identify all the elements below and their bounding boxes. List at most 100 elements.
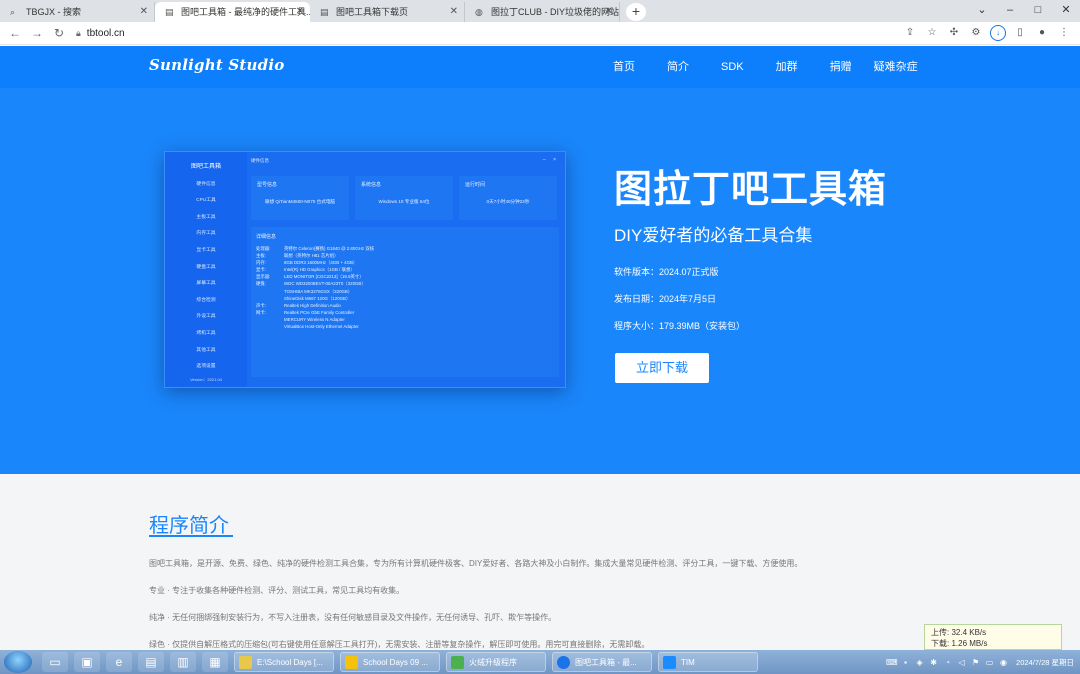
page-icon: ▤ — [320, 7, 329, 17]
tab-title: 图吧工具箱 - 最纯净的硬件工具... — [181, 7, 310, 17]
tray-keyboard-icon[interactable]: ⌨ — [886, 657, 898, 668]
app-detail-row: 硬盘: WDC WD3200BEVT-00A23T0（320GB） — [256, 281, 366, 287]
extension-icon[interactable]: ✣ — [946, 25, 962, 41]
nav-intro[interactable]: 简介 — [667, 46, 689, 88]
back-icon[interactable]: ← — [4, 26, 26, 40]
app-card-value: Windows 10 专业版 64位 — [378, 199, 430, 204]
task-tim[interactable]: TIM — [658, 652, 758, 672]
search-icon: ⌕ — [10, 7, 16, 17]
app-sidebar-item: 内存工具 — [196, 231, 216, 237]
close-tab-icon[interactable]: ✕ — [450, 2, 458, 22]
tray-shield-icon[interactable]: ◈ — [914, 657, 925, 668]
network-icon[interactable]: ▤ — [138, 652, 164, 672]
app-sidebar-item: 主板工具 — [196, 214, 216, 220]
upgrade-icon — [451, 656, 464, 669]
tray-app-icon[interactable]: ▪ — [900, 657, 911, 668]
taskbar: ▭ ▣ e ▤ ▥ ▦ E:\School Days [... School D… — [0, 650, 1080, 674]
app-card-title: 运行时间 — [465, 182, 486, 188]
computer-icon[interactable]: ▣ — [74, 652, 100, 672]
app-sidebar-item: 外设工具 — [196, 314, 216, 320]
puzzle-icon[interactable]: ⚙ — [968, 25, 984, 41]
reload-icon[interactable]: ↻ — [48, 26, 70, 40]
tray-display-icon[interactable]: ▭ — [984, 657, 995, 668]
intro-paragraph: 专业 · 专注于收集各种硬件检测、评分、测试工具，常见工具均有收集。 — [149, 586, 405, 595]
tab-search-chevron-icon[interactable]: ⌄ — [968, 0, 996, 22]
tab-tbtool[interactable]: ▤ 图吧工具箱 - 最纯净的硬件工具... ✕ — [155, 2, 310, 22]
taskbar-clock[interactable]: 2024/7/28 星期日 — [1016, 658, 1074, 667]
app-sidebar-item: 屏幕工具 — [196, 281, 216, 287]
tim-icon — [663, 656, 676, 669]
app-sidebar-item: 其他工具 — [196, 347, 216, 353]
app-detail-row: 网卡: Realtek PCIe GbE Family Controller — [256, 309, 355, 315]
app-detail-row: TOSHIBA MK3276GSX（320GB） — [284, 288, 353, 294]
maximize-icon[interactable]: □ — [1024, 0, 1052, 22]
intro-paragraph: 图吧工具箱，是开源、免费、绿色、纯净的硬件检测工具合集，专为所有计算机硬件极客、… — [149, 559, 803, 568]
tray-volume-icon[interactable]: ◁ — [956, 657, 967, 668]
browser-toolbar: ← → ↻ 🔒︎ tbtool.cn ⇪ ☆ ✣ ⚙ ↓ ▯ ● ⋮ — [0, 22, 1080, 45]
minimize-icon[interactable]: – — [996, 0, 1024, 22]
tab-search[interactable]: ⌕ TBGJX - 搜索 ✕ — [0, 2, 155, 22]
player-icon — [345, 656, 358, 669]
nav-faq[interactable]: 疑难杂症 — [874, 46, 918, 88]
app-detail-row: 处理器: 英特尔 Celeron(赛扬) G1840 @ 2.80GHz 双核 — [256, 246, 375, 251]
app-window-controls: – × — [542, 157, 559, 163]
site-menu: 首页 简介 SDK 加群 捐赠 疑难杂症 — [600, 46, 918, 88]
app-card-model: 型号信息 联想 QiTianM4500-N070 台式电脑 — [251, 176, 349, 220]
nav-donate[interactable]: 捐赠 — [830, 46, 852, 88]
app-detail-row: 内存: 8GB DDR3 1600MHz（4GB + 4GB） — [256, 260, 358, 266]
forward-icon[interactable]: → — [26, 26, 48, 40]
app-detail-row: 显示器: LED MONITOR [CGC2213]（19.5英寸） — [256, 274, 364, 280]
task-huorong[interactable]: 火绒升级程序 — [446, 652, 546, 672]
nav-join-group[interactable]: 加群 — [776, 46, 798, 88]
hero-subtitle: DIY爱好者的必备工具合集 — [614, 226, 813, 245]
app-card-title: 系统信息 — [361, 182, 382, 188]
app-sidebar-item: CPU工具 — [196, 198, 216, 204]
app-sidebar-item: 硬盘工具 — [196, 264, 216, 270]
tray-bluetooth-icon[interactable]: ✱ — [928, 657, 939, 668]
tab-club[interactable]: ◍ 图拉丁CLUB - DIY垃圾佬的网站 ✕ — [465, 2, 620, 22]
tab-title: TBGJX - 搜索 — [26, 7, 82, 17]
menu-icon[interactable]: ⋮ — [1056, 25, 1072, 41]
site-logo[interactable]: Sunlight Studio — [149, 56, 284, 74]
app-sidebar-title: 图吧工具箱 — [190, 164, 221, 170]
new-tab-button[interactable]: + — [626, 3, 646, 21]
close-window-icon[interactable]: ✕ — [1052, 0, 1080, 22]
minecraft-icon[interactable]: ▦ — [202, 652, 228, 672]
task-chrome[interactable]: 图吧工具箱 - 最... — [552, 652, 652, 672]
sidebar-icon[interactable]: ▯ — [1012, 25, 1028, 41]
app-sidebar-item: 烤机工具 — [196, 330, 216, 336]
chrome-icon — [557, 656, 570, 669]
remote-icon[interactable]: ▥ — [170, 652, 196, 672]
ie-icon[interactable]: e — [106, 652, 132, 672]
show-desktop-icon[interactable]: ▭ — [42, 652, 68, 672]
app-sidebar-item: 显卡工具 — [196, 247, 216, 253]
tab-download-page[interactable]: ▤ 图吧工具箱下载页 ✕ — [310, 2, 465, 22]
program-size: 程序大小：179.39MB（安装包） — [614, 321, 746, 331]
tray-flag-icon[interactable]: ⚑ — [970, 657, 981, 668]
site-header: Sunlight Studio 首页 简介 SDK 加群 捐赠 疑难杂症 — [0, 46, 1080, 88]
nav-home[interactable]: 首页 — [613, 46, 635, 88]
app-card-value: 联想 QiTianM4500-N070 台式电脑 — [264, 199, 336, 204]
close-tab-icon[interactable]: ✕ — [140, 2, 148, 22]
download-button[interactable]: 立即下载 — [615, 353, 709, 383]
nav-sdk[interactable]: SDK — [721, 46, 744, 88]
download-speed: 下载: 1.26 MB/s — [931, 639, 988, 648]
star-icon[interactable]: ☆ — [924, 25, 940, 41]
close-tab-icon[interactable]: ✕ — [296, 2, 304, 22]
network-speed-widget[interactable]: 上传: 32.4 KB/s 下载: 1.26 MB/s — [924, 624, 1062, 650]
task-player[interactable]: School Days 09 ... — [340, 652, 440, 672]
tray-wifi-icon[interactable]: ◔ — [942, 657, 953, 668]
start-button[interactable] — [4, 651, 32, 673]
task-explorer[interactable]: E:\School Days [... — [234, 652, 334, 672]
profile-icon[interactable]: ● — [1034, 25, 1050, 41]
share-icon[interactable]: ⇪ — [902, 25, 918, 41]
address-bar[interactable]: tbtool.cn — [87, 28, 125, 39]
lock-icon[interactable]: 🔒︎ — [76, 28, 81, 39]
tray-steam-icon[interactable]: ◉ — [998, 657, 1009, 668]
app-card-uptime: 运行时间 0天7小时40分钟22秒 — [459, 176, 557, 220]
app-detail-row: VirtualBox Host-Only Ethernet Adapter — [284, 324, 359, 330]
close-tab-icon[interactable]: ✕ — [605, 2, 613, 22]
download-icon[interactable]: ↓ — [990, 25, 1006, 41]
app-sidebar-item: 硬件信息 — [196, 181, 216, 187]
intro-section: 程序简介 图吧工具箱，是开源、免费、绿色、纯净的硬件检测工具合集，专为所有计算机… — [0, 474, 1080, 650]
